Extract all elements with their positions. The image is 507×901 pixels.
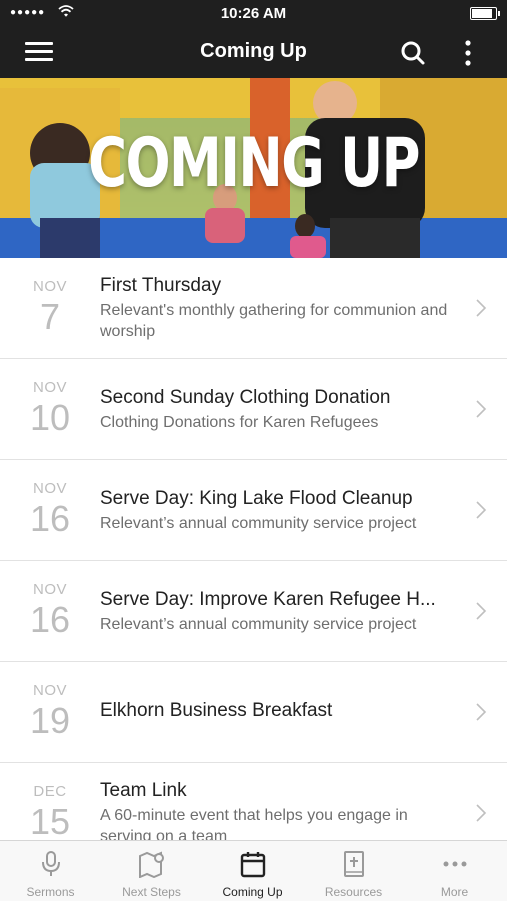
tab-label: More xyxy=(440,885,469,899)
event-month: DEC xyxy=(33,783,67,800)
chevron-right-icon xyxy=(475,298,487,318)
event-day: 7 xyxy=(39,296,61,337)
chevron-right-icon xyxy=(475,500,487,520)
event-info: Elkhorn Business Breakfast xyxy=(100,700,457,722)
event-date: NOV 19 xyxy=(20,662,80,762)
event-title: Serve Day: King Lake Flood Cleanup xyxy=(100,488,413,509)
page-title: Coming Up xyxy=(200,40,307,62)
event-row[interactable]: NOV 16 Serve Day: Improve Karen Refugee H.… xyxy=(0,561,507,662)
event-day: 19 xyxy=(29,700,71,741)
event-subtitle: Clothing Donations for Karen Refugees xyxy=(100,414,379,431)
calendar-icon xyxy=(238,850,268,878)
status-bar: ●●●●● 10:26 AM xyxy=(0,0,507,26)
event-title: First Thursday xyxy=(100,275,222,296)
event-day: 16 xyxy=(29,498,71,539)
event-day: 16 xyxy=(29,599,71,640)
event-month: NOV xyxy=(32,480,67,497)
battery-fill xyxy=(472,9,492,18)
event-day: 10 xyxy=(29,397,71,438)
event-subtitle: Relevant's monthly gathering for communi… xyxy=(100,302,448,340)
navigation-bar: Coming Up xyxy=(0,26,507,78)
event-info: Second Sunday Clothing Donation Clothing … xyxy=(100,387,457,433)
event-row[interactable]: NOV 16 Serve Day: King Lake Flood Cleanup R… xyxy=(0,460,507,561)
battery-icon xyxy=(470,7,500,20)
tab-label: Resources xyxy=(324,885,383,899)
event-title: Team Link xyxy=(100,780,187,801)
event-date: NOV 16 xyxy=(20,561,80,661)
event-subtitle: A 60-minute event that helps you engage … xyxy=(100,807,408,840)
event-row[interactable]: NOV 10 Second Sunday Clothing Donation Clot… xyxy=(0,359,507,460)
event-day: 15 xyxy=(29,801,71,840)
event-row[interactable]: NOV 19 Elkhorn Business Breakfast xyxy=(0,662,507,763)
more-horizontal-icon xyxy=(440,850,470,878)
event-list: NOV 7 First Thursday Relevant's monthly gat… xyxy=(0,258,507,840)
search-icon[interactable] xyxy=(400,40,426,66)
event-date: NOV 16 xyxy=(20,460,80,560)
event-info: First Thursday Relevant's monthly gatheri… xyxy=(100,275,457,342)
tab-sermons[interactable]: Sermons xyxy=(0,841,101,901)
hero-banner: COMING UP xyxy=(0,78,507,258)
tab-coming-up[interactable]: Coming Up xyxy=(202,841,303,901)
event-subtitle: Relevant’s annual community service proj… xyxy=(100,616,417,633)
event-month: NOV xyxy=(32,278,67,295)
event-title: Elkhorn Business Breakfast xyxy=(100,700,333,721)
tab-label: Sermons xyxy=(26,885,75,899)
chevron-right-icon xyxy=(475,702,487,722)
map-pin-icon xyxy=(137,850,167,879)
chevron-right-icon xyxy=(475,399,487,419)
event-date: NOV 7 xyxy=(20,258,80,358)
tab-next-steps[interactable]: Next Steps xyxy=(101,841,202,901)
chevron-right-icon xyxy=(475,803,487,823)
tab-label: Coming Up xyxy=(222,885,283,899)
event-subtitle: Relevant’s annual community service proj… xyxy=(100,515,417,532)
event-month: NOV xyxy=(32,581,67,598)
event-title: Second Sunday Clothing Donation xyxy=(100,387,391,408)
event-row[interactable]: NOV 7 First Thursday Relevant's monthly gat… xyxy=(0,258,507,359)
event-row[interactable]: DEC 15 Team Link A 60-minute event that hel… xyxy=(0,763,507,840)
hero-title: COMING UP xyxy=(88,124,420,203)
microphone-icon xyxy=(36,850,66,878)
tab-resources[interactable]: Resources xyxy=(303,841,404,901)
status-time: 10:26 AM xyxy=(220,5,287,22)
event-date: NOV 10 xyxy=(20,359,80,459)
more-vertical-icon[interactable] xyxy=(462,39,474,67)
tab-label: Next Steps xyxy=(122,885,181,899)
tab-more[interactable]: More xyxy=(404,841,505,901)
event-month: NOV xyxy=(32,682,67,699)
bible-icon xyxy=(339,850,369,878)
event-info: Serve Day: Improve Karen Refugee H... Rel… xyxy=(100,589,457,635)
event-info: Team Link A 60-minute event that helps yo… xyxy=(100,780,457,840)
chevron-right-icon xyxy=(475,601,487,621)
event-title: Serve Day: Improve Karen Refugee H... xyxy=(100,589,436,610)
event-info: Serve Day: King Lake Flood Cleanup Releva… xyxy=(100,488,457,534)
event-month: NOV xyxy=(32,379,67,396)
event-date: DEC 15 xyxy=(20,763,80,840)
tab-bar: Sermons Next Steps Coming Up Resources More xyxy=(0,840,507,901)
